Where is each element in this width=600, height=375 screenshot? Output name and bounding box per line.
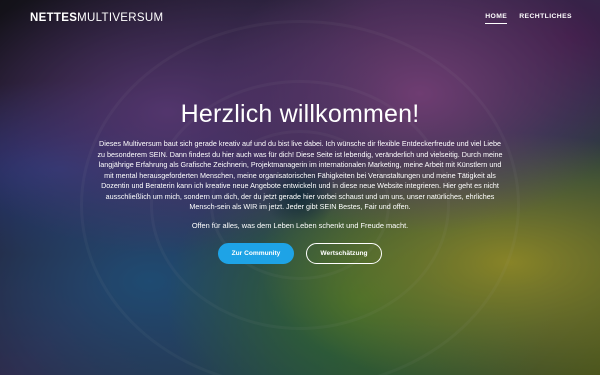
hero-content: Herzlich willkommen! Dieses Multiversum …	[0, 100, 600, 264]
nav-item-rechtliches[interactable]: RECHTLICHES	[519, 13, 572, 24]
logo-bold-text: NETTES	[30, 12, 78, 24]
nav-item-home[interactable]: HOME	[485, 13, 508, 24]
main-nav: HOME RECHTLICHES	[485, 13, 572, 24]
community-button[interactable]: Zur Community	[218, 242, 294, 264]
logo-light-text: MULTIVERSUM	[77, 12, 164, 24]
wertschaetzung-button[interactable]: Wertschätzung	[306, 242, 382, 264]
intro-paragraph: Dieses Multiversum baut sich gerade krea…	[97, 139, 503, 211]
cta-buttons: Zur Community Wertschätzung	[0, 242, 600, 264]
tagline: Offen für alles, was dem Leben Leben sch…	[191, 220, 409, 230]
site-logo[interactable]: NETTESMULTIVERSUM	[30, 12, 163, 24]
site-header: NETTESMULTIVERSUM HOME RECHTLICHES	[0, 0, 600, 36]
page-title: Herzlich willkommen!	[180, 100, 420, 128]
